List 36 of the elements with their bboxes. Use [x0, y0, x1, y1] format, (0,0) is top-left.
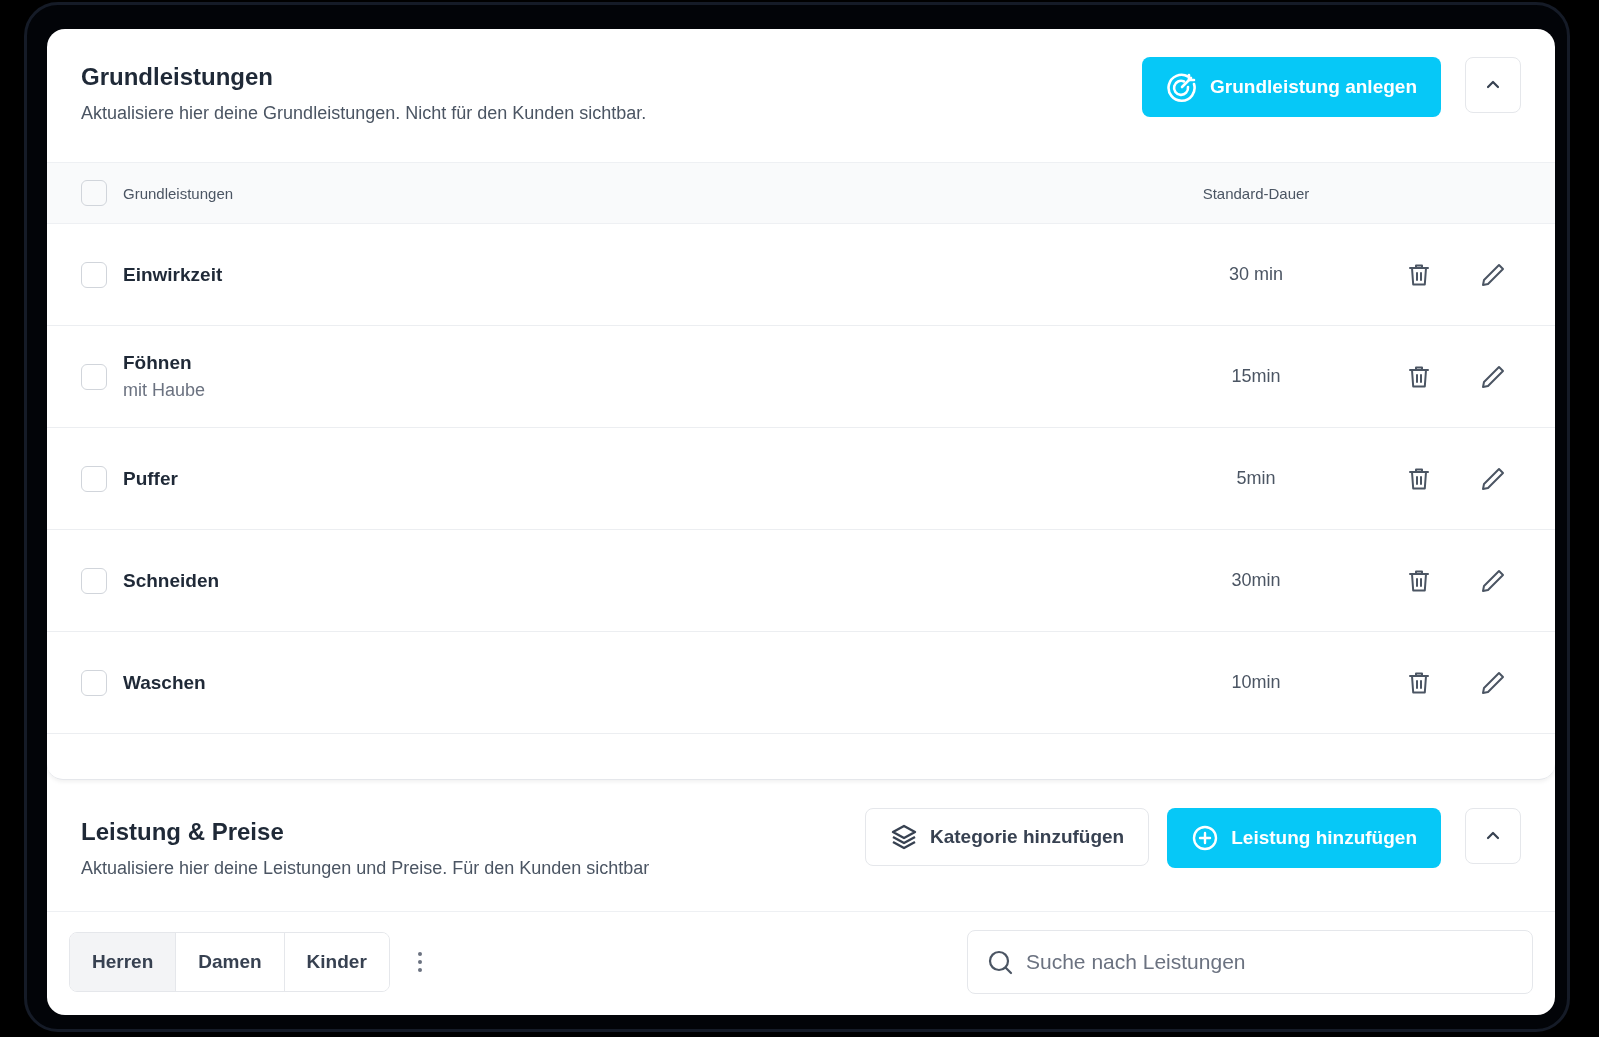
category-tab[interactable]: Herren [70, 933, 177, 991]
column-header: Standard-Dauer [1202, 184, 1310, 202]
checkbox[interactable] [81, 261, 107, 288]
edit-icon[interactable] [1480, 261, 1506, 288]
service-name: Schneiden [123, 569, 221, 592]
section-title: Grundleistungen [81, 63, 274, 91]
duration-text: 15min [1231, 366, 1281, 386]
section-subtitle: Aktualisiere hier deine Leistungen und Preise. Für den Kunden sichtbar [81, 858, 651, 879]
section-title: Leistung & Preise [81, 818, 285, 846]
duration-text: 30 min [1229, 264, 1283, 284]
target-icon [1166, 71, 1199, 103]
checkbox[interactable] [81, 669, 107, 696]
layers-icon [890, 823, 918, 851]
checkbox[interactable] [81, 465, 107, 492]
checkbox[interactable] [81, 180, 107, 206]
service-name: Föhnen [123, 352, 193, 374]
add-category-button[interactable]: Kategorie hinzufügen [865, 808, 1150, 866]
edit-icon[interactable] [1480, 363, 1506, 390]
section-subtitle: Aktualisiere hier deine Grundleistungen. Nicht für den Kunden sichtbar. [81, 103, 648, 124]
column-header: Grundleistungen [123, 184, 235, 202]
search-icon [987, 949, 1013, 975]
edit-icon[interactable] [1480, 669, 1506, 696]
search-field[interactable]: Suche nach Leistungen [967, 930, 1533, 994]
edit-icon[interactable] [1480, 567, 1506, 594]
checkbox[interactable] [81, 363, 107, 390]
duration-text: 30min [1231, 570, 1281, 590]
service-note: mit Haube [123, 380, 207, 401]
plus-circle-icon [1191, 824, 1220, 852]
edit-icon[interactable] [1480, 465, 1506, 492]
duration-text: 5min [1236, 468, 1276, 488]
service-name: Einwirkzeit [123, 263, 224, 286]
more-icon[interactable] [415, 950, 424, 974]
service-name: Waschen [123, 671, 207, 694]
checkbox[interactable] [81, 567, 107, 594]
service-name: Puffer [123, 467, 179, 490]
duration-text: 10min [1231, 672, 1281, 692]
